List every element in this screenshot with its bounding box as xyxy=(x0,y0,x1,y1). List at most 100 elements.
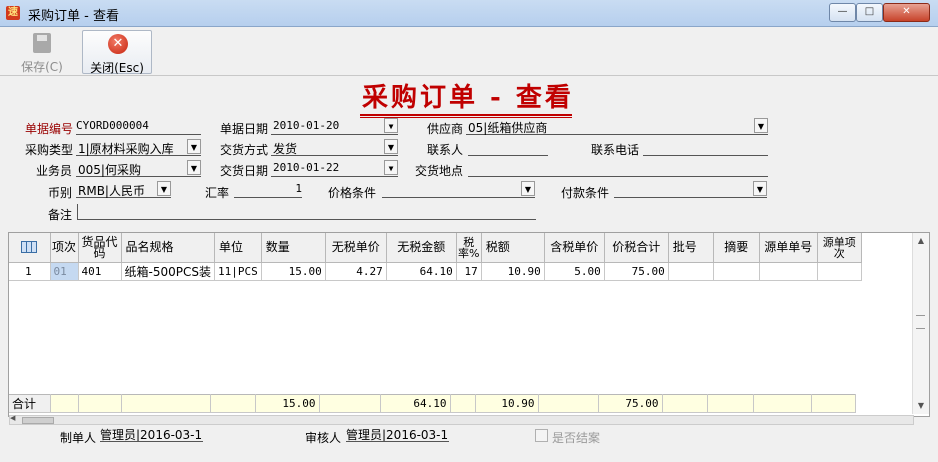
supplier-label: 供应商 xyxy=(427,122,464,136)
phone-field[interactable] xyxy=(643,140,768,156)
minimize-button[interactable]: — xyxy=(829,3,856,22)
scroll-up-icon[interactable]: ▲ xyxy=(913,233,929,249)
col-source-seq[interactable]: 源单项次 xyxy=(817,233,862,263)
col-source-no[interactable]: 源单单号 xyxy=(759,233,818,263)
total-cell xyxy=(319,394,381,413)
col-unit[interactable]: 单位 xyxy=(214,233,262,263)
rate-field[interactable]: 1 xyxy=(234,182,302,198)
currency-select[interactable]: RMB|人民币 ▼ xyxy=(76,181,171,198)
cell-source-no[interactable] xyxy=(759,262,818,281)
reviewer-label: 审核人 xyxy=(305,431,342,445)
cell-seq[interactable]: 01 xyxy=(50,262,79,281)
supplier-select[interactable]: 05|纸箱供应商 ▼ xyxy=(466,118,768,135)
col-price-inc-tax[interactable]: 含税单价 xyxy=(544,233,605,263)
col-total[interactable]: 价税合计 xyxy=(604,233,669,263)
delivery-date-picker[interactable]: 2010-01-22 ▼ xyxy=(271,160,398,177)
column-settings-icon[interactable] xyxy=(9,233,51,263)
supplier-value: 05|纸箱供应商 xyxy=(468,121,548,135)
bill-date-picker[interactable]: 2010-01-20 ▼ xyxy=(271,118,398,135)
maximize-button[interactable]: □ xyxy=(856,3,883,22)
total-cell xyxy=(707,394,754,413)
chevron-down-icon[interactable]: ▼ xyxy=(753,181,767,196)
total-label: 合计 xyxy=(9,394,51,413)
col-tax-amount[interactable]: 税额 xyxy=(481,233,545,263)
cell-source-seq[interactable] xyxy=(817,262,862,281)
closed-checkbox[interactable] xyxy=(535,429,548,442)
horizontal-scrollbar[interactable]: ◀ xyxy=(9,414,914,425)
scroll-h-thumb[interactable] xyxy=(22,417,54,424)
col-price-ex-tax[interactable]: 无税单价 xyxy=(325,233,387,263)
vertical-scrollbar[interactable]: ▲ ▼ xyxy=(912,233,929,414)
bill-no-field[interactable]: CYORD000004 xyxy=(76,119,201,135)
delivery-place-field[interactable] xyxy=(468,161,768,177)
delivery-place-label: 交货地点 xyxy=(415,164,464,178)
scroll-left-icon[interactable]: ◀ xyxy=(10,414,20,424)
col-qty[interactable]: 数量 xyxy=(261,233,326,263)
clerk-label: 业务员 xyxy=(36,164,73,178)
col-item-name[interactable]: 品名规格 xyxy=(121,233,215,263)
cell-price-inc-tax[interactable]: 5.00 xyxy=(544,262,605,281)
cell-qty[interactable]: 15.00 xyxy=(261,262,326,281)
window-title: 采购订单 - 查看 xyxy=(28,9,119,24)
scroll-thumb[interactable] xyxy=(916,315,925,329)
cell-unit[interactable]: 11|PCS xyxy=(214,262,262,281)
col-summary[interactable]: 摘要 xyxy=(713,233,760,263)
table-row[interactable]: 1 01 401 纸箱-500PCS装 11|PCS 15.00 4.27 64… xyxy=(9,262,862,281)
contact-field[interactable] xyxy=(468,140,548,156)
save-button-label: 保存(C) xyxy=(21,60,63,74)
save-disk-icon xyxy=(33,33,51,53)
total-cell xyxy=(450,394,476,413)
chevron-down-icon[interactable]: ▼ xyxy=(384,118,398,133)
col-item-code[interactable]: 货品代码 xyxy=(78,233,122,263)
col-amount-ex-tax[interactable]: 无税金额 xyxy=(386,233,457,263)
scroll-down-icon[interactable]: ▼ xyxy=(913,398,929,414)
grid-header-row: 项次 货品代码 品名规格 单位 数量 无税单价 无税金额 税率% 税额 含税单价… xyxy=(9,233,862,263)
total-cell xyxy=(538,394,599,413)
window-close-button[interactable]: ✕ xyxy=(883,3,930,22)
cell-summary[interactable] xyxy=(713,262,760,281)
save-button[interactable]: 保存(C) xyxy=(12,30,72,74)
cell-tax-amount[interactable]: 10.90 xyxy=(481,262,545,281)
toolbar: 保存(C) ✕ 关闭(Esc) xyxy=(0,27,938,76)
chevron-down-icon[interactable]: ▼ xyxy=(384,139,398,154)
grid-footer-table: 合计 15.00 64.10 10.90 75.00 xyxy=(9,394,856,413)
delivery-method-select[interactable]: 发货 ▼ xyxy=(271,139,398,156)
cell-total[interactable]: 75.00 xyxy=(604,262,669,281)
remark-label: 备注 xyxy=(48,208,73,222)
col-seq[interactable]: 项次 xyxy=(50,233,79,263)
cell-item-code[interactable]: 401 xyxy=(78,262,122,281)
maker-field: 管理员|2016-03-15 xyxy=(100,428,203,442)
total-tax-amount: 10.90 xyxy=(475,394,539,413)
purchase-type-label: 采购类型 xyxy=(25,143,74,157)
currency-label: 币别 xyxy=(48,186,73,200)
row-index: 1 xyxy=(9,262,51,281)
total-price-inc-tax: 75.00 xyxy=(598,394,663,413)
remark-field[interactable] xyxy=(77,204,536,220)
close-icon: ✕ xyxy=(108,34,128,54)
purchase-type-select[interactable]: 1|原材料采购入库 ▼ xyxy=(76,139,201,156)
total-cell xyxy=(753,394,812,413)
cell-batch-no[interactable] xyxy=(668,262,714,281)
delivery-date-value: 2010-01-22 xyxy=(273,161,340,174)
chevron-down-icon[interactable]: ▼ xyxy=(754,118,768,133)
col-batch-no[interactable]: 批号 xyxy=(668,233,714,263)
chevron-down-icon[interactable]: ▼ xyxy=(157,181,171,196)
cell-tax-rate[interactable]: 17 xyxy=(456,262,482,281)
col-tax-rate[interactable]: 税率% xyxy=(456,233,482,263)
total-cell xyxy=(78,394,122,413)
order-lines-table: 项次 货品代码 品名规格 单位 数量 无税单价 无税金额 税率% 税额 含税单价… xyxy=(9,233,862,281)
chevron-down-icon[interactable]: ▼ xyxy=(521,181,535,196)
payment-terms-select[interactable]: ▼ xyxy=(614,181,767,198)
clerk-select[interactable]: 005|何采购 ▼ xyxy=(76,160,201,177)
cell-amount-ex-tax[interactable]: 64.10 xyxy=(386,262,457,281)
close-button-label: 关闭(Esc) xyxy=(90,61,144,75)
cell-item-name[interactable]: 纸箱-500PCS装 xyxy=(121,262,215,281)
chevron-down-icon[interactable]: ▼ xyxy=(384,160,398,175)
app-icon: 速 xyxy=(6,6,20,20)
currency-value: RMB|人民币 xyxy=(78,184,145,198)
chevron-down-icon[interactable]: ▼ xyxy=(187,139,201,154)
close-button[interactable]: ✕ 关闭(Esc) xyxy=(82,30,152,75)
chevron-down-icon[interactable]: ▼ xyxy=(187,160,201,175)
price-terms-select[interactable]: ▼ xyxy=(382,181,535,198)
cell-price-ex-tax[interactable]: 4.27 xyxy=(325,262,387,281)
